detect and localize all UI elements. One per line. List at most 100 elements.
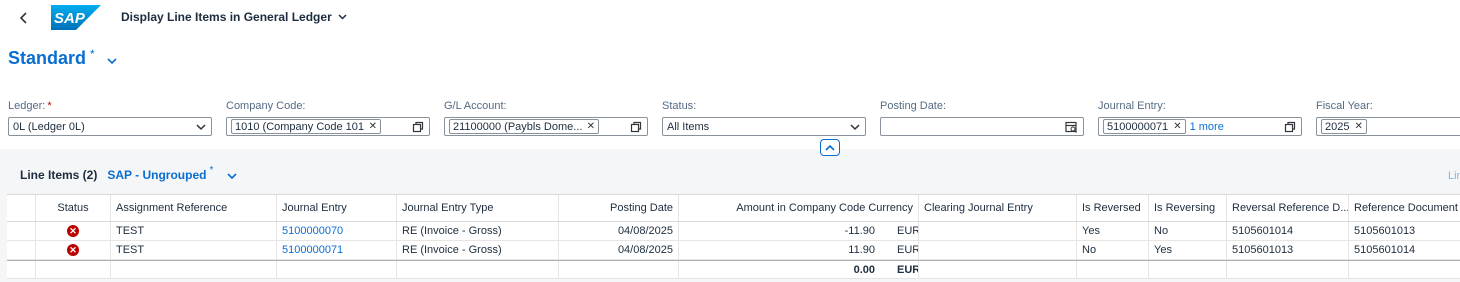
close-icon[interactable]: ✕ [587,121,595,132]
table-header-row: Status Assignment Reference Journal Entr… [7,195,1460,222]
back-button[interactable] [14,8,34,28]
svg-text:SAP: SAP [54,10,86,27]
column-header-reversal-reference[interactable]: Reversal Reference D... [1226,195,1348,221]
toolbar-link-truncated[interactable]: Lin [1448,170,1460,182]
filter-label-posting-date: Posting Date: [880,100,947,112]
column-header-journal-entry[interactable]: Journal Entry [276,195,396,221]
chevron-left-icon [19,12,27,24]
column-header-is-reversed[interactable]: Is Reversed [1076,195,1148,221]
is-reversed-cell: Yes [1076,222,1148,240]
reversal-reference-cell: 5105601014 [1226,222,1348,240]
is-reversing-cell: Yes [1148,241,1226,259]
gl-account-token[interactable]: 21100000 (Paybls Dome... ✕ [449,119,599,134]
journal-entry-link[interactable]: 5100000070 [276,222,396,240]
table-total-row: 0.00 EUR [7,260,1460,279]
journal-entry-type-cell: RE (Invoice - Gross) [396,222,558,240]
token-text: 1010 (Company Code 1010) [235,120,364,133]
column-header-status[interactable]: Status [35,195,110,221]
filter-label-fiscal-year: Fiscal Year: [1316,100,1373,112]
close-icon[interactable]: ✕ [1173,121,1181,132]
column-header-is-reversing[interactable]: Is Reversing [1148,195,1226,221]
fiscal-year-token[interactable]: 2025 ✕ [1321,119,1367,134]
error-circle-icon: ✕ [67,244,79,256]
posting-date-input[interactable] [880,117,1084,136]
table-title: Line Items (2) [20,168,98,182]
sap-logo[interactable]: SAP [51,5,101,30]
assignment-reference-cell: TEST [110,241,276,259]
amount-value: 11.90 [848,244,875,256]
token-text: 2025 [1325,120,1350,133]
collapse-header-button[interactable] [820,139,840,156]
is-reversing-cell: No [1148,222,1226,240]
app-title-menu[interactable]: Display Line Items in General Ledger [121,10,347,24]
filter-gl-account: G/L Account: 21100000 (Paybls Dome... ✕ [444,99,648,136]
chevron-down-icon[interactable] [850,120,860,134]
ledger-select[interactable]: 0L (Ledger 0L) [8,117,212,136]
row-selector[interactable] [7,222,35,240]
currency-code: EUR [897,225,918,237]
chevron-down-icon [227,173,237,180]
table-row[interactable]: ✕ TEST 5100000070 RE (Invoice - Gross) 0… [7,222,1460,241]
close-icon[interactable]: ✕ [1354,121,1362,132]
gl-account-input[interactable]: 21100000 (Paybls Dome... ✕ [444,117,648,136]
error-circle-icon: ✕ [67,225,79,237]
column-header-posting-date[interactable]: Posting Date [558,195,678,221]
posting-date-cell: 04/08/2025 [558,241,678,259]
status-cell: ✕ [35,222,110,240]
table-row[interactable]: ✕ TEST 5100000071 RE (Invoice - Gross) 0… [7,241,1460,260]
is-reversed-cell: No [1076,241,1148,259]
company-code-token[interactable]: 1010 (Company Code 1010) ✕ [231,119,381,134]
value-help-icon[interactable] [1284,120,1296,134]
value-help-icon[interactable] [630,120,642,134]
status-value: All Items [667,120,710,133]
column-header-journal-entry-type[interactable]: Journal Entry Type [396,195,558,221]
total-amount-cell: 0.00 EUR [678,261,918,278]
chevron-up-icon [825,144,835,151]
shell-bar: SAP Display Line Items in General Ledger [0,0,1460,36]
token-text: 5100000071 [1107,120,1169,133]
variant-modified-marker: * [90,47,95,61]
filter-label-ledger: Ledger: [8,100,46,112]
total-currency-code: EUR [897,263,918,276]
variant-dropdown-button[interactable] [107,54,117,68]
chevron-down-icon [107,58,117,65]
row-selector[interactable] [7,241,35,259]
chevron-down-icon [338,14,347,20]
journal-entry-token[interactable]: 5100000071 ✕ [1103,119,1186,134]
value-help-icon[interactable] [412,120,424,134]
column-header-clearing-journal-entry[interactable]: Clearing Journal Entry [918,195,1076,221]
line-items-table: Status Assignment Reference Journal Entr… [7,194,1460,279]
journal-entry-type-cell: RE (Invoice - Gross) [396,241,558,259]
journal-entry-link[interactable]: 5100000071 [276,241,396,259]
calendar-icon[interactable] [1065,120,1078,134]
token-text: 21100000 (Paybls Dome... [453,120,582,133]
status-cell: ✕ [35,241,110,259]
column-header-amount[interactable]: Amount in Company Code Currency [678,195,918,221]
variant-management: Standard * [8,47,117,69]
row-selector-header[interactable] [7,195,35,221]
line-items-section: Line Items (2) SAP - Ungrouped * Lin Sta… [0,149,1460,282]
column-header-reference-document[interactable]: Reference Document [1348,195,1460,221]
reference-document-cell: 5105601014 [1348,241,1460,259]
layout-modified-marker: * [209,165,214,176]
variant-title[interactable]: Standard [8,48,86,69]
chevron-down-icon[interactable] [196,120,206,134]
reference-document-cell: 5105601013 [1348,222,1460,240]
fiscal-year-input[interactable]: 2025 ✕ [1316,117,1460,136]
company-code-input[interactable]: 1010 (Company Code 1010) ✕ [226,117,430,136]
journal-entry-input[interactable]: 5100000071 ✕ 1 more [1098,117,1302,136]
status-select[interactable]: All Items [662,117,866,136]
table-layout-variant[interactable]: SAP - Ungrouped [107,168,206,182]
close-icon[interactable]: ✕ [369,121,377,132]
filter-label-company-code: Company Code: [226,100,306,112]
ledger-value: 0L (Ledger 0L) [13,120,85,133]
filter-label-gl-account: G/L Account: [444,100,507,112]
layout-variant-dropdown[interactable] [227,169,237,183]
filter-journal-entry: Journal Entry: 5100000071 ✕ 1 more [1098,99,1302,136]
table-toolbar: Line Items (2) SAP - Ungrouped * [20,165,237,183]
more-tokens-link[interactable]: 1 more [1190,121,1224,133]
app-title: Display Line Items in General Ledger [121,10,332,24]
filter-label-status: Status: [662,100,697,112]
column-header-assignment-reference[interactable]: Assignment Reference [110,195,276,221]
filter-status: Status: All Items [662,99,866,136]
